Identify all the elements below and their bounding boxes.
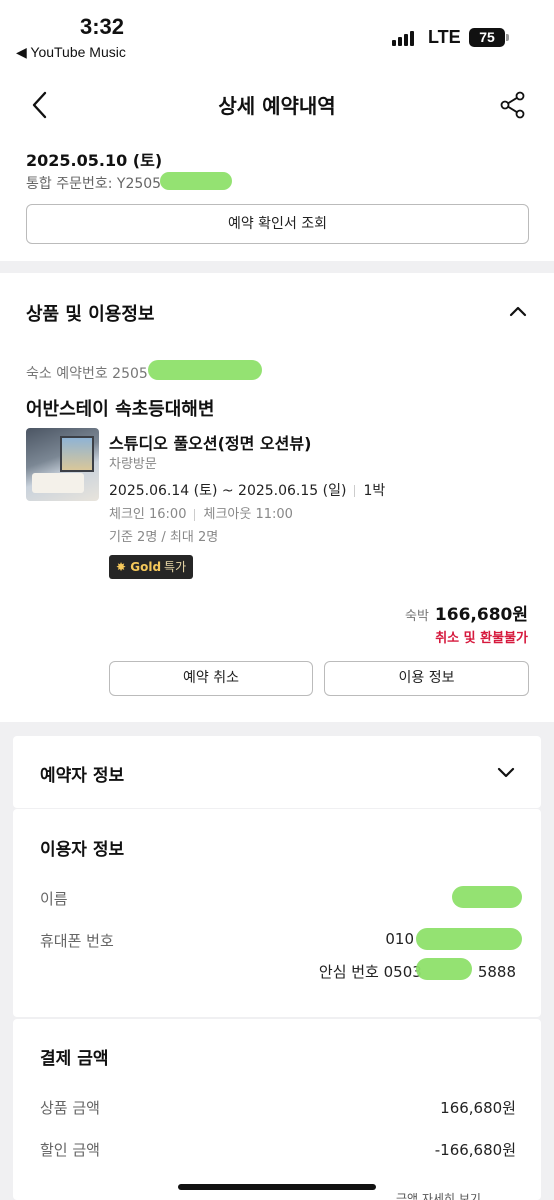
product-amount-value: 166,680원 [440,1099,516,1117]
hotel-name: 어반스테이 속초등대해변 [26,399,215,420]
redaction-mark [160,172,232,190]
nav-header: 상세 예약내역 [0,80,554,130]
chevron-down-icon[interactable] [495,761,517,783]
usage-info-button[interactable]: 이용 정보 [324,661,529,696]
battery-cap [506,34,509,41]
price-value: 166,680원 [434,605,528,625]
refund-policy: 취소 및 환불불가 [435,631,528,646]
chevron-up-icon[interactable] [507,300,529,322]
page-title: 상세 예약내역 [218,94,336,118]
view-confirmation-button[interactable]: 예약 확인서 조회 [26,204,529,244]
battery-icon: 75 [469,28,505,47]
room-photo [26,428,99,501]
redaction-mark [452,886,522,908]
order-date: 2025.05.10 (토) [26,151,163,170]
product-amount-label: 상품 금액 [40,1099,100,1117]
signal-icon [392,30,418,46]
badge-text: 특가 [164,560,187,574]
home-indicator [178,1184,376,1190]
accommodation-number: 숙소 예약번호 2505 [26,366,148,382]
share-icon[interactable] [498,90,528,120]
gold-deal-badge: ✸ Gold 특가 [109,555,194,579]
redaction-mark [416,958,472,980]
status-bar: 3:32 ◀ YouTube Music LTE 75 [0,0,554,70]
discount-amount-label: 할인 금액 [40,1141,100,1159]
order-number: 통합 주문번호: Y2505 [26,176,162,192]
visit-type: 차량방문 [109,457,157,472]
phone-value: 010 [385,930,414,948]
name-label: 이름 [40,890,68,908]
price-unit: 숙박 [405,609,429,624]
status-time: 3:32 [80,14,125,39]
room-name: 스튜디오 풀오션(정면 오션뷰) [109,434,312,453]
nights: 1박 [363,483,386,499]
stay-dates: 2025.06.14 (토) ~ 2025.06.15 (일) 1박 [109,480,385,500]
capacity: 기준 2명 / 최대 2명 [109,530,219,545]
back-to-app-link[interactable]: ◀ YouTube Music [16,44,126,61]
safe-number-prefix: 안심 번호 0503 [318,963,422,981]
crown-icon: ✸ [116,560,127,574]
network-type: LTE [428,27,461,47]
payment-section-title: 결제 금액 [40,1049,109,1069]
redaction-mark [416,928,522,950]
stay-date-range: 2025.06.14 (토) ~ 2025.06.15 (일) [109,483,347,499]
user-section-title: 이용자 정보 [40,840,125,860]
amount-detail-link[interactable]: 금액 자세히 보기 [396,1190,481,1200]
check-times: 체크인 16:00 체크아웃 11:00 [109,503,293,522]
phone-label: 휴대폰 번호 [40,932,114,950]
product-section-title: 상품 및 이용정보 [26,304,155,325]
price-row: 숙박 166,680원 [405,600,528,625]
badge-brand: Gold [130,560,162,574]
safe-number-suffix: 5888 [477,963,516,981]
checkout-time: 체크아웃 11:00 [203,507,293,522]
section-divider [0,261,554,273]
booker-section-title: 예약자 정보 [40,766,125,786]
checkin-time: 체크인 16:00 [109,507,187,522]
discount-amount-value: -166,680원 [434,1141,516,1159]
redaction-mark [148,360,262,380]
cancel-reservation-button[interactable]: 예약 취소 [109,661,313,696]
